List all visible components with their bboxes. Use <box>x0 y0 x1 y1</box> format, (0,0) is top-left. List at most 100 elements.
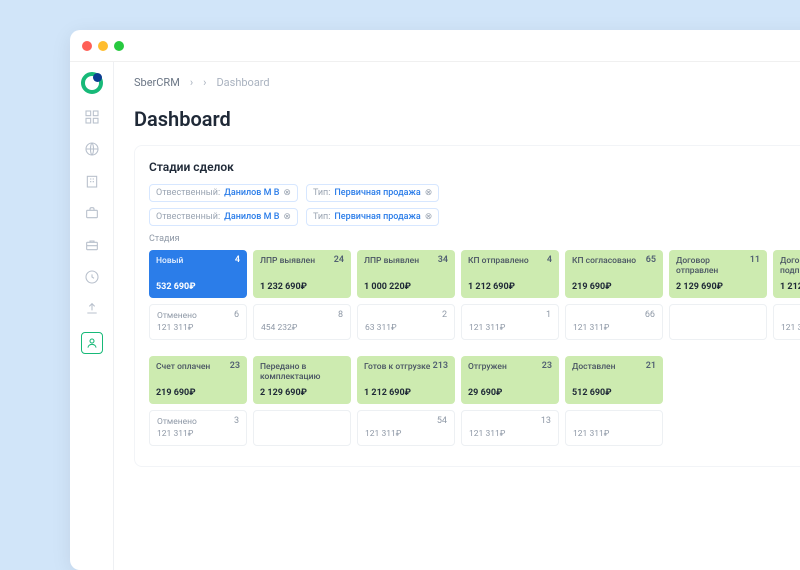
briefcase-alt-icon[interactable] <box>83 236 101 254</box>
stage-card[interactable]: Готов к отгрузке2131 212 690₽ <box>357 356 455 404</box>
stage-card[interactable]: Договор подписан1 212 690₽ <box>773 250 800 298</box>
stage-amount: 2 129 690₽ <box>260 388 344 398</box>
cancel-card[interactable] <box>669 304 767 340</box>
stage-title: КП отправлено <box>468 256 538 266</box>
cancel-amount: 121 311₽ <box>157 323 239 333</box>
app-logo-icon[interactable] <box>81 72 103 94</box>
cancel-count: 3 <box>234 416 239 426</box>
cancel-card[interactable]: 121 311₽ <box>773 304 800 340</box>
filter-row-2: Отвественный: Данилов М В ⊗ Тип: Первичн… <box>149 208 795 226</box>
cancel-title: Отменено <box>157 417 227 427</box>
briefcase-icon[interactable] <box>83 204 101 222</box>
stage-card[interactable]: Отгружен2329 690₽ <box>461 356 559 404</box>
close-icon[interactable]: ⊗ <box>425 188 433 198</box>
close-icon[interactable]: ⊗ <box>283 212 291 222</box>
chevron-right-icon: › <box>203 76 206 89</box>
cancel-amount: 121 311₽ <box>469 323 551 333</box>
stage-title: КП согласовано <box>572 256 642 266</box>
filter-type[interactable]: Тип: Первичная продажа ⊗ <box>306 208 439 226</box>
filter-row-1: Отвественный: Данилов М В ⊗ Тип: Первичн… <box>149 184 795 202</box>
stage-count: 23 <box>230 361 240 371</box>
stage-amount: 1 212 690₽ <box>780 282 800 292</box>
cancel-card[interactable]: 54121 311₽ <box>357 410 455 446</box>
filter-type[interactable]: Тип: Первичная продажа ⊗ <box>306 184 439 202</box>
filter-label: Тип: <box>313 188 330 198</box>
stage-card[interactable]: КП согласовано65219 690₽ <box>565 250 663 298</box>
cancel-card[interactable]: 2 63 311₽ <box>357 304 455 340</box>
stage-title: Договор отправлен <box>676 256 746 276</box>
filter-label: Отвественный: <box>156 212 220 222</box>
stage-card[interactable]: Договор отправлен 11 2 129 690₽ <box>669 250 767 298</box>
cancel-amount: 121 311₽ <box>781 323 800 333</box>
stage-amount: 532 690₽ <box>156 282 240 292</box>
filter-responsible[interactable]: Отвественный: Данилов М В ⊗ <box>149 208 298 226</box>
stage-count: 21 <box>646 361 656 371</box>
panel-title: Стадии сделок <box>149 160 795 174</box>
cancel-card[interactable]: Отменено6121 311₽ <box>149 304 247 340</box>
stage-count: 4 <box>547 255 552 265</box>
close-icon[interactable]: ⊗ <box>283 188 291 198</box>
cancel-card[interactable]: 66121 311₽ <box>565 304 663 340</box>
breadcrumb-root[interactable]: SberCRM <box>134 76 180 89</box>
stage-title: Отгружен <box>468 362 538 372</box>
stage-amount: 219 690₽ <box>156 388 240 398</box>
cancel-amount: 63 311₽ <box>365 323 447 333</box>
minimize-window-icon[interactable] <box>98 41 108 51</box>
clock-icon[interactable] <box>83 268 101 286</box>
stage-card[interactable]: Новый 4 532 690₽ <box>149 250 247 298</box>
close-window-icon[interactable] <box>82 41 92 51</box>
stage-amount: 29 690₽ <box>468 388 552 398</box>
dashboard-icon[interactable] <box>83 108 101 126</box>
stage-count: 24 <box>334 255 344 265</box>
stage-card[interactable]: ЛПР выявлен 24 1 232 690₽ <box>253 250 351 298</box>
office-icon[interactable] <box>83 172 101 190</box>
stage-amount: 2 129 690₽ <box>676 282 760 292</box>
stage-count: 213 <box>433 361 448 371</box>
maximize-window-icon[interactable] <box>114 41 124 51</box>
cancel-card[interactable]: Отменено3121 311₽ <box>149 410 247 446</box>
filter-value: Данилов М В <box>224 188 279 198</box>
filter-value: Данилов М В <box>224 212 279 222</box>
stage-title: Новый <box>156 256 226 266</box>
cancel-card[interactable]: 121 311₽ <box>565 410 663 446</box>
filter-responsible[interactable]: Отвественный: Данилов М В ⊗ <box>149 184 298 202</box>
breadcrumb-current: Dashboard <box>216 76 269 89</box>
stage-title: ЛПР выявлен <box>260 256 330 266</box>
upload-icon[interactable] <box>83 300 101 318</box>
stage-card[interactable]: Передано в комплектацию 2 129 690₽ <box>253 356 351 404</box>
cancel-count: 2 <box>442 310 447 320</box>
cancel-card[interactable]: 13121 311₽ <box>461 410 559 446</box>
cancel-card[interactable]: 1 121 311₽ <box>461 304 559 340</box>
stage-count: 11 <box>750 255 760 265</box>
stage-card[interactable]: ЛПР выявлен341 000 220₽ <box>357 250 455 298</box>
stage-card[interactable]: Доставлен21512 690₽ <box>565 356 663 404</box>
stage-row-2: Счет оплачен23219 690₽Передано в комплек… <box>149 356 795 404</box>
stage-card[interactable]: КП отправлено 4 1 212 690₽ <box>461 250 559 298</box>
stage-label: Стадия <box>149 234 795 244</box>
stage-title: Готов к отгрузке <box>364 362 434 372</box>
sidebar <box>70 62 114 570</box>
cancel-card[interactable] <box>253 410 351 446</box>
stage-title: Передано в комплектацию <box>260 362 330 382</box>
app-window: SberCRM › › Dashboard Dashboard Стадии с… <box>70 30 800 570</box>
stage-amount: 1 232 690₽ <box>260 282 344 292</box>
stage-title: ЛПР выявлен <box>364 256 434 266</box>
filter-label: Тип: <box>313 212 330 222</box>
stage-count: 4 <box>235 255 240 265</box>
globe-icon[interactable] <box>83 140 101 158</box>
cancel-title: Отменено <box>157 311 227 321</box>
cancel-card[interactable]: 8454 232₽ <box>253 304 351 340</box>
stage-amount: 1 212 690₽ <box>468 282 552 292</box>
cancel-count: 1 <box>546 310 551 320</box>
contact-icon[interactable] <box>81 332 103 354</box>
page-title: Dashboard <box>134 107 800 131</box>
cancel-count: 54 <box>437 416 447 426</box>
cancel-count: 66 <box>645 310 655 320</box>
filter-label: Отвественный: <box>156 188 220 198</box>
main-content: SberCRM › › Dashboard Dashboard Стадии с… <box>114 62 800 570</box>
cancel-row-2: Отменено3121 311₽54121 311₽13121 311₽121… <box>149 410 795 446</box>
stage-card[interactable]: Счет оплачен23219 690₽ <box>149 356 247 404</box>
close-icon[interactable]: ⊗ <box>425 212 433 222</box>
stage-title: Доставлен <box>572 362 642 372</box>
filter-value: Первичная продажа <box>334 188 420 198</box>
